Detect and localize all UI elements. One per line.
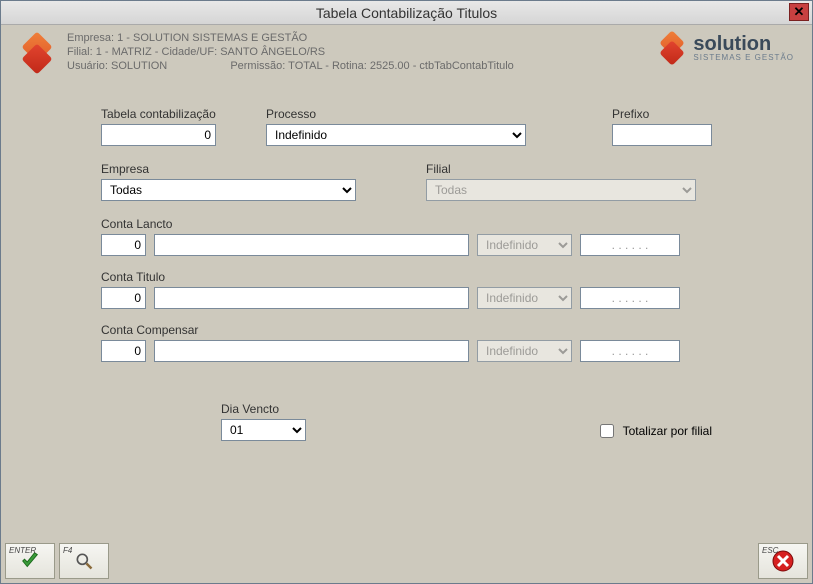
conta-titulo-mask xyxy=(580,287,680,309)
header-filial: Filial: 1 - MATRIZ - Cidade/UF: SANTO ÂN… xyxy=(67,45,657,59)
esc-key-label: ESC xyxy=(762,546,778,555)
magnifier-icon xyxy=(74,551,94,571)
window-close-button[interactable]: ✕ xyxy=(789,3,809,21)
search-button[interactable]: F4 xyxy=(59,543,109,579)
dia-vencto-select[interactable]: 01 xyxy=(221,419,306,441)
conta-compensar-mask xyxy=(580,340,680,362)
empresa-label: Empresa xyxy=(101,162,356,176)
enter-key-label: ENTER xyxy=(9,546,36,555)
window-title: Tabela Contabilização Titulos xyxy=(316,5,497,21)
brand-logo: solution SISTEMAS E GESTÃO xyxy=(657,33,794,63)
conta-lancto-desc[interactable] xyxy=(154,234,469,256)
empresa-select[interactable]: Todas xyxy=(101,179,356,201)
conta-compensar-label: Conta Compensar xyxy=(101,323,712,337)
tabela-label: Tabela contabilização xyxy=(101,107,216,121)
prefixo-label: Prefixo xyxy=(612,107,712,121)
brand-subtitle: SISTEMAS E GESTÃO xyxy=(693,53,794,62)
app-logo-icon xyxy=(19,35,55,71)
filial-select[interactable]: Todas xyxy=(426,179,696,201)
conta-lancto-tipo[interactable]: Indefinido xyxy=(477,234,572,256)
conta-titulo-code[interactable] xyxy=(101,287,146,309)
titlebar: Tabela Contabilização Titulos ✕ xyxy=(1,1,812,25)
header-permissao: Permissão: TOTAL - Rotina: 2525.00 - ctb… xyxy=(230,60,514,72)
conta-compensar-code[interactable] xyxy=(101,340,146,362)
filial-label: Filial xyxy=(426,162,696,176)
prefixo-input[interactable] xyxy=(612,124,712,146)
conta-lancto-code[interactable] xyxy=(101,234,146,256)
form-area: Tabela contabilização Processo Indefinid… xyxy=(1,77,812,451)
processo-label: Processo xyxy=(266,107,526,121)
processo-select[interactable]: Indefinido xyxy=(266,124,526,146)
conta-compensar-tipo[interactable]: Indefinido xyxy=(477,340,572,362)
conta-titulo-tipo[interactable]: Indefinido xyxy=(477,287,572,309)
header-bar: Empresa: 1 - SOLUTION SISTEMAS E GESTÃO … xyxy=(1,25,812,77)
brand-name: solution xyxy=(693,35,794,53)
conta-titulo-desc[interactable] xyxy=(154,287,469,309)
enter-button[interactable]: ENTER xyxy=(5,543,55,579)
header-empresa: Empresa: 1 - SOLUTION SISTEMAS E GESTÃO xyxy=(67,31,657,45)
header-info: Empresa: 1 - SOLUTION SISTEMAS E GESTÃO … xyxy=(67,31,657,73)
dia-vencto-label: Dia Vencto xyxy=(221,402,306,416)
totalizar-filial-checkbox[interactable] xyxy=(600,424,614,438)
cancel-button[interactable]: ESC xyxy=(758,543,808,579)
brand-logo-icon xyxy=(657,33,687,63)
conta-lancto-mask xyxy=(580,234,680,256)
footer-bar: ENTER F4 ESC xyxy=(5,543,808,579)
conta-lancto-label: Conta Lancto xyxy=(101,217,712,231)
totalizar-filial-label: Totalizar por filial xyxy=(623,424,712,438)
conta-compensar-desc[interactable] xyxy=(154,340,469,362)
conta-titulo-label: Conta Titulo xyxy=(101,270,712,284)
f4-key-label: F4 xyxy=(63,546,72,555)
tabela-input[interactable] xyxy=(101,124,216,146)
app-window: Tabela Contabilização Titulos ✕ Empresa:… xyxy=(0,0,813,584)
header-usuario: Usuário: SOLUTION xyxy=(67,60,167,72)
